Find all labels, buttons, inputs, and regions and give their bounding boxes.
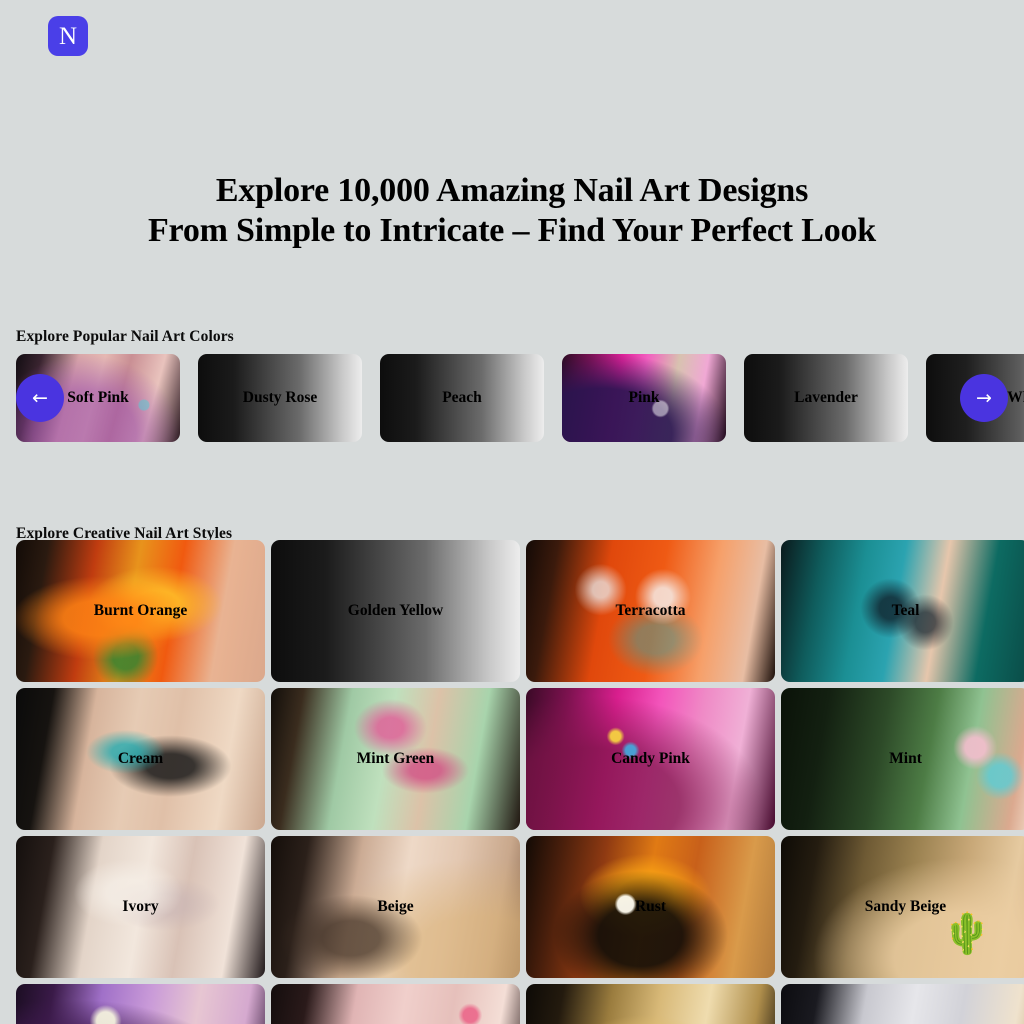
colors-section-title: Explore Popular Nail Art Colors <box>16 327 234 345</box>
style-card-image <box>16 984 265 1024</box>
style-card-label: Ivory <box>122 898 159 915</box>
style-card[interactable]: Mint <box>781 688 1024 830</box>
style-card[interactable]: Sandy Beige 🌵 <box>781 836 1024 978</box>
style-card-label: Mint Green <box>356 750 435 767</box>
style-card-label: Sandy Beige <box>864 898 947 915</box>
color-card[interactable]: Peach <box>380 354 544 442</box>
style-card-label: Terracotta <box>615 602 686 619</box>
page-title-line-2: From Simple to Intricate – Find Your Per… <box>147 211 877 249</box>
brand-logo-letter: N <box>58 22 78 50</box>
style-card[interactable]: Teal <box>781 540 1024 682</box>
page-title-line-1: Explore 10,000 Amazing Nail Art Designs <box>215 171 809 209</box>
style-card[interactable]: Golden Yellow <box>271 540 520 682</box>
arrow-left-icon: ← <box>32 386 48 409</box>
style-card[interactable] <box>16 984 265 1024</box>
style-card-label: Rust <box>634 898 666 915</box>
style-card[interactable]: Candy Pink <box>526 688 775 830</box>
color-card[interactable]: Lavender <box>744 354 908 442</box>
style-card[interactable]: Burnt Orange <box>16 540 265 682</box>
style-card-label: Burnt Orange <box>93 602 188 619</box>
style-card-label: Mint <box>889 750 922 767</box>
style-card-label: Golden Yellow <box>347 602 444 619</box>
style-card[interactable] <box>271 984 520 1024</box>
color-card[interactable]: Dusty Rose <box>198 354 362 442</box>
arrow-right-icon: → <box>976 386 992 409</box>
style-card[interactable]: Beige <box>271 836 520 978</box>
colors-carousel-track: Soft PinkDusty RosePeachPinkLavenderPear… <box>16 354 1024 442</box>
style-card-image <box>526 984 775 1024</box>
style-card-image <box>271 984 520 1024</box>
page-title: Explore 10,000 Amazing Nail Art Designs … <box>0 171 1024 251</box>
style-card-label: Candy Pink <box>611 750 690 767</box>
style-card[interactable] <box>781 984 1024 1024</box>
color-card-label: Dusty Rose <box>242 389 318 406</box>
style-card-label: Beige <box>377 898 414 915</box>
style-card[interactable]: Rust <box>526 836 775 978</box>
style-card[interactable]: Cream <box>16 688 265 830</box>
style-card-image <box>781 984 1024 1024</box>
style-card[interactable]: Terracotta <box>526 540 775 682</box>
color-card-label: Peach <box>442 389 482 406</box>
style-card-label: Cream <box>117 750 164 767</box>
brand-logo[interactable]: N <box>48 16 88 56</box>
style-card[interactable]: Mint Green <box>271 688 520 830</box>
color-card-label: Soft Pink <box>67 389 129 406</box>
color-card-label: Pink <box>628 389 660 406</box>
style-card-label: Teal <box>891 602 920 619</box>
color-card-label: Lavender <box>794 389 858 406</box>
page-root: N Explore 10,000 Amazing Nail Art Design… <box>0 0 1024 1024</box>
styles-grid: Burnt Orange Golden Yellow Terracotta Teal C… <box>16 540 1024 1024</box>
cactus-icon: 🌵 <box>942 911 992 956</box>
carousel-prev-button[interactable]: ← <box>16 374 64 422</box>
style-card[interactable] <box>526 984 775 1024</box>
style-card[interactable]: Ivory <box>16 836 265 978</box>
colors-carousel[interactable]: Soft PinkDusty RosePeachPinkLavenderPear… <box>0 354 1024 442</box>
carousel-next-button[interactable]: → <box>960 374 1008 422</box>
color-card[interactable]: Pink <box>562 354 726 442</box>
